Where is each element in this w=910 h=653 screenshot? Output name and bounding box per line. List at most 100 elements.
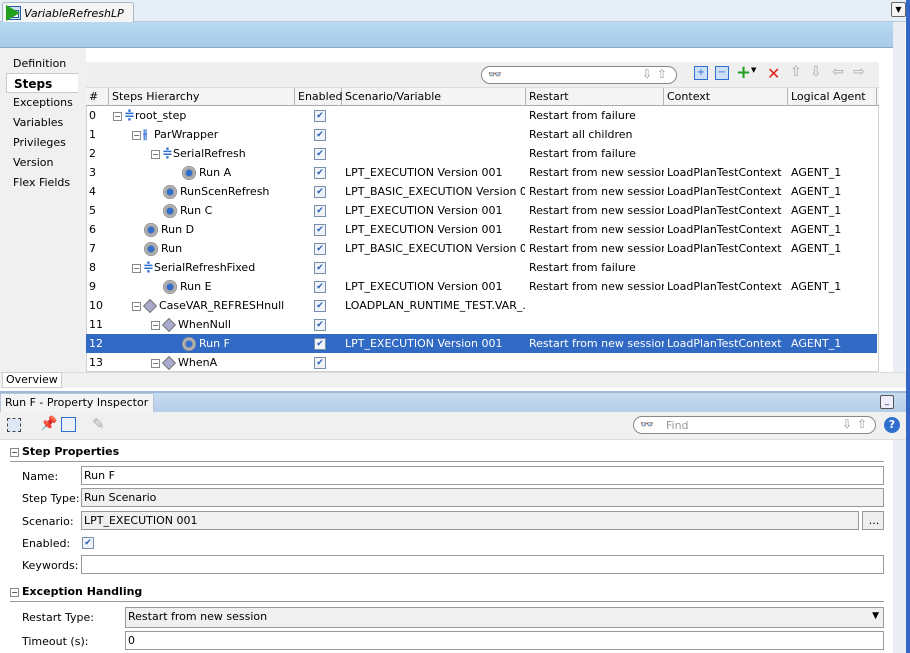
table-row[interactable]: 12 Run F ✔ LPT_EXECUTION Version 001 Restart…: [86, 334, 877, 353]
col-logical-agent[interactable]: Logical Agent: [788, 88, 877, 106]
col-restart[interactable]: Restart: [526, 88, 664, 106]
table-row[interactable]: 3 Run A ✔ LPT_EXECUTION Version 001 Restart …: [86, 163, 877, 182]
pin-icon[interactable]: 📌: [40, 416, 57, 432]
enabled-checkbox[interactable]: ✔: [314, 300, 326, 312]
table-row[interactable]: 0 − ≑root_step ✔ Restart from failure: [86, 106, 877, 125]
tab-definition[interactable]: Definition: [6, 54, 78, 74]
search-next-icon[interactable]: ⇩: [642, 67, 652, 81]
enabled-checkbox[interactable]: ✔: [314, 338, 326, 350]
select-in-tree-icon[interactable]: [7, 418, 21, 432]
collapse-toggle-icon[interactable]: −: [151, 320, 160, 330]
pencil-icon[interactable]: ✎: [92, 415, 105, 433]
enabled-checkbox[interactable]: ✔: [314, 243, 326, 255]
col-number[interactable]: #: [86, 88, 109, 106]
find-next-icon[interactable]: ⇩: [842, 417, 852, 431]
enabled-checkbox[interactable]: ✔: [314, 129, 326, 141]
dropdown-arrow-icon[interactable]: ▼: [872, 608, 879, 625]
agent-cell: [791, 258, 877, 277]
collapse-icon[interactable]: −: [10, 587, 19, 597]
table-row[interactable]: 7 Run ✔ LPT_BASIC_EXECUTION Version 001 Rest…: [86, 239, 877, 258]
scenario-cell: LPT_EXECUTION Version 001: [345, 280, 503, 293]
tab-steps[interactable]: Steps: [6, 73, 78, 93]
help-icon[interactable]: ?: [884, 417, 900, 433]
enabled-label: Enabled:: [22, 537, 71, 550]
editor-tab[interactable]: VariableRefreshLP: [2, 2, 134, 23]
tab-list-dropdown-button[interactable]: ▼: [891, 2, 906, 17]
enabled-checkbox[interactable]: ✔: [314, 186, 326, 198]
table-row[interactable]: 13 − WhenA ✔: [86, 353, 877, 372]
tab-version[interactable]: Version: [6, 153, 78, 173]
enabled-checkbox[interactable]: ✔: [82, 537, 94, 549]
collapse-toggle-icon[interactable]: −: [132, 263, 141, 273]
table-row[interactable]: 5 Run C ✔ LPT_EXECUTION Version 001 Restart …: [86, 201, 877, 220]
scenario-browse-button[interactable]: ...: [862, 511, 884, 530]
collapse-toggle-icon[interactable]: −: [132, 130, 141, 140]
table-row[interactable]: 6 Run D ✔ LPT_EXECUTION Version 001 Restart …: [86, 220, 877, 239]
table-row[interactable]: 1 − ⫲ ParWrapper ✔ Restart all children: [86, 125, 877, 144]
collapse-toggle-icon[interactable]: −: [113, 111, 122, 121]
step-properties-section[interactable]: − Step Properties: [10, 445, 884, 462]
move-down-icon[interactable]: ⇩: [810, 64, 822, 80]
restart-cell: Restart from new session: [529, 223, 664, 236]
enabled-checkbox[interactable]: ✔: [314, 281, 326, 293]
tab-variables[interactable]: Variables: [6, 113, 78, 133]
move-up-icon[interactable]: ⇧: [790, 64, 802, 80]
inspector-body: − Step Properties Name: Run F Step Type: …: [0, 440, 893, 653]
add-step-icon[interactable]: +: [736, 62, 751, 83]
row-number: 10: [89, 299, 103, 312]
search-prev-icon[interactable]: ⇧: [657, 67, 667, 81]
col-context[interactable]: Context: [664, 88, 788, 106]
add-step-dropdown-icon[interactable]: ▼: [751, 66, 756, 74]
scenario-field: LPT_EXECUTION 001: [81, 511, 859, 530]
collapse-all-icon[interactable]: −: [715, 66, 729, 80]
tab-privileges[interactable]: Privileges: [6, 133, 78, 153]
enabled-checkbox[interactable]: ✔: [314, 319, 326, 331]
col-scenario-variable[interactable]: Scenario/Variable: [342, 88, 526, 106]
timeout-field[interactable]: 0: [125, 631, 884, 650]
editor-scrollbar[interactable]: [893, 22, 905, 372]
edit-properties-icon[interactable]: [61, 417, 76, 432]
horizontal-scrollbar[interactable]: [0, 372, 906, 388]
move-left-icon[interactable]: ⇦: [832, 64, 844, 80]
enabled-checkbox[interactable]: ✔: [314, 167, 326, 179]
restart-type-select[interactable]: Restart from new session ▼: [125, 607, 884, 628]
find-field[interactable]: 👓 Find ⇩ ⇧: [633, 416, 876, 434]
find-prev-icon[interactable]: ⇧: [857, 417, 867, 431]
exception-handling-section[interactable]: − Exception Handling: [10, 585, 884, 602]
minimize-icon[interactable]: _: [880, 395, 894, 409]
tab-exceptions[interactable]: Exceptions: [6, 93, 78, 113]
table-row[interactable]: 2 − ≑SerialRefresh ✔ Restart from failure: [86, 144, 877, 163]
col-steps-hierarchy[interactable]: Steps Hierarchy: [109, 88, 295, 106]
collapse-toggle-icon[interactable]: −: [151, 149, 160, 159]
inspector-tab[interactable]: Run F - Property Inspector: [0, 393, 154, 412]
enabled-checkbox[interactable]: ✔: [314, 262, 326, 274]
agent-cell: AGENT_1: [791, 280, 842, 293]
collapse-icon[interactable]: −: [10, 447, 19, 457]
overview-tab[interactable]: Overview: [2, 372, 62, 388]
col-enabled[interactable]: Enabled: [295, 88, 342, 106]
tab-flex-fields[interactable]: Flex Fields: [6, 173, 78, 193]
inspector-scrollbar[interactable]: [893, 440, 906, 653]
serial-step-icon: ≑: [124, 108, 135, 123]
table-row[interactable]: 8 − ≑SerialRefreshFixed ✔ Restart from failu…: [86, 258, 877, 277]
table-row[interactable]: 11 − WhenNull ✔: [86, 315, 877, 334]
delete-step-icon[interactable]: ✕: [767, 64, 780, 83]
run-icon[interactable]: [6, 5, 20, 21]
collapse-toggle-icon[interactable]: −: [151, 358, 160, 368]
enabled-checkbox[interactable]: ✔: [314, 357, 326, 369]
row-number: 13: [89, 356, 103, 369]
enabled-checkbox[interactable]: ✔: [314, 110, 326, 122]
move-right-icon[interactable]: ⇨: [853, 64, 865, 80]
table-row[interactable]: 4 RunScenRefresh ✔ LPT_BASIC_EXECUTION Vers…: [86, 182, 877, 201]
enabled-checkbox[interactable]: ✔: [314, 224, 326, 236]
name-field[interactable]: Run F: [81, 466, 884, 485]
expand-all-icon[interactable]: +: [694, 66, 708, 80]
scenario-cell: LPT_EXECUTION Version 001: [345, 166, 503, 179]
table-row[interactable]: 9 Run E ✔ LPT_EXECUTION Version 001 Restart …: [86, 277, 877, 296]
enabled-checkbox[interactable]: ✔: [314, 148, 326, 160]
table-row[interactable]: 10 − CaseVAR_REFRESHnull ✔ LOADPLAN_RUNTIME_…: [86, 296, 877, 315]
keywords-field[interactable]: [81, 555, 884, 574]
enabled-checkbox[interactable]: ✔: [314, 205, 326, 217]
steps-search-field[interactable]: 👓 ⇩ ⇧: [481, 66, 677, 84]
collapse-toggle-icon[interactable]: −: [132, 301, 141, 311]
